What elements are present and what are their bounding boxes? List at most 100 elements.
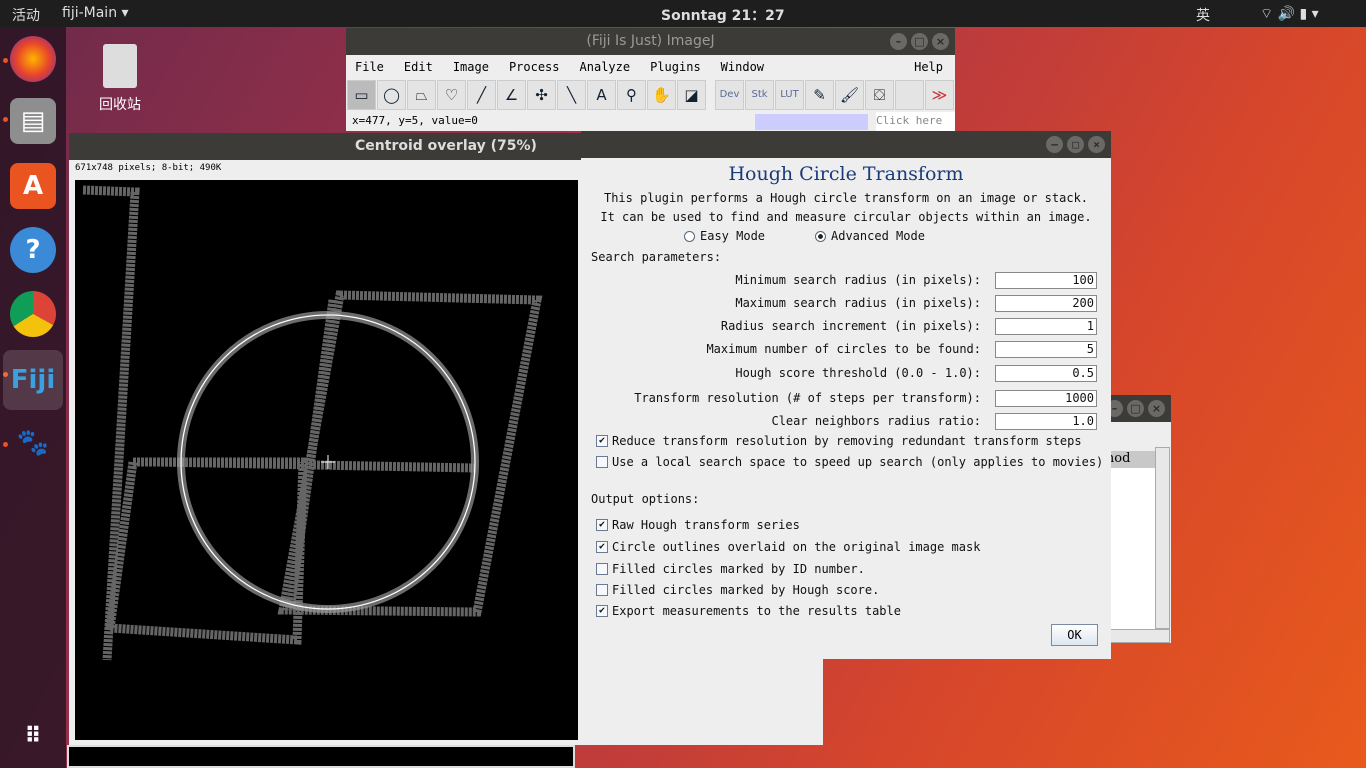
text-tool-icon[interactable]: A xyxy=(587,80,616,110)
toolbar: ▭ ◯ ⏢ ♡ ╱ ∠ ✣ ╲ A ⚲ ✋ ◪ Dev Stk LUT ✎ 🖌 … xyxy=(346,79,955,112)
output-options-header: Output options: xyxy=(591,492,700,506)
fiji-icon[interactable]: Fiji xyxy=(3,350,63,410)
help-icon[interactable]: ? xyxy=(10,227,56,273)
stk-menu-button[interactable]: Stk xyxy=(745,80,774,110)
close-icon[interactable]: × xyxy=(932,33,949,50)
dialog-title: Hough Circle Transform xyxy=(728,163,964,185)
ok-button[interactable]: OK xyxy=(1051,624,1098,646)
param-row: Radius search increment (in pixels): 1 xyxy=(720,317,1097,335)
option-checkbox[interactable]: ✔ Circle outlines overlaid on the origina… xyxy=(596,540,980,554)
trash-desktop-icon[interactable]: 回收站 xyxy=(92,44,148,114)
software-icon[interactable]: A xyxy=(10,163,56,209)
maximize-icon[interactable]: □ xyxy=(911,33,928,50)
top-bar: 活动 fiji-Main ▾ Sonntag 21：27 英 ⌔ 🔊 ▮ ▾ xyxy=(0,0,1366,27)
param-label: Hough score threshold (0.0 - 1.0): xyxy=(735,366,981,380)
polygon-tool-icon[interactable]: ⏢ xyxy=(407,80,436,110)
pencil-tool-icon[interactable]: ✎ xyxy=(805,80,834,110)
option-checkbox[interactable]: ✔ Reduce transform resolution by removing… xyxy=(596,434,1082,448)
param-row: Maximum search radius (in pixels): 200 xyxy=(735,294,1097,312)
menu-analyze[interactable]: Analyze xyxy=(580,55,631,79)
advanced-mode-radio[interactable]: Advanced Mode xyxy=(815,229,925,243)
trash-icon xyxy=(103,44,137,88)
more-tools-button[interactable]: ≫ xyxy=(925,80,954,110)
hough-threshold-input[interactable]: 0.5 xyxy=(995,364,1097,382)
param-row: Transform resolution (# of steps per tra… xyxy=(634,389,1097,407)
files-icon[interactable]: ▤ xyxy=(10,98,56,144)
param-row: Clear neighbors radius ratio: 1.0 xyxy=(771,412,1097,430)
show-apps-icon[interactable]: ⠿ xyxy=(10,713,56,759)
min-radius-input[interactable]: 100 xyxy=(995,271,1097,289)
menu-file[interactable]: File xyxy=(355,55,384,79)
maximize-icon[interactable]: □ xyxy=(1127,400,1144,417)
vertical-scrollbar[interactable] xyxy=(1155,447,1170,629)
line-tool-icon[interactable]: ╱ xyxy=(467,80,496,110)
max-radius-input[interactable]: 200 xyxy=(995,294,1097,312)
easy-mode-radio[interactable]: Easy Mode xyxy=(684,229,765,243)
transform-resolution-input[interactable]: 1000 xyxy=(995,389,1097,407)
flood-fill-icon[interactable]: ⛋ xyxy=(865,80,894,110)
app-menu[interactable]: fiji-Main ▾ xyxy=(62,5,129,21)
hand-tool-icon[interactable]: ✋ xyxy=(647,80,676,110)
imagej-window: (Fiji Is Just) ImageJ – □ × File Edit Imag… xyxy=(346,28,955,148)
angle-tool-icon[interactable]: ∠ xyxy=(497,80,526,110)
input-method[interactable]: 英 xyxy=(1196,5,1210,25)
close-icon[interactable]: × xyxy=(1088,136,1105,153)
radius-increment-input[interactable]: 1 xyxy=(995,317,1097,335)
param-row: Maximum number of circles to be found: 5 xyxy=(706,340,1097,358)
background-window xyxy=(67,745,575,768)
clock[interactable]: Sonntag 21：27 xyxy=(661,5,785,25)
maximize-icon[interactable]: □ xyxy=(1067,136,1084,153)
system-tray-icons[interactable]: ⌔ 🔊 ▮ ▾ xyxy=(1260,5,1319,23)
lut-menu-button[interactable]: LUT xyxy=(775,80,804,110)
param-label: Radius search increment (in pixels): xyxy=(720,319,981,333)
wand-tool-icon[interactable]: ╲ xyxy=(557,80,586,110)
gimp-icon[interactable]: 🐾 xyxy=(10,420,56,466)
empty-tool-slot xyxy=(895,80,924,110)
checkbox-icon xyxy=(596,584,608,596)
menu-plugins[interactable]: Plugins xyxy=(650,55,701,79)
window-title: Centroid overlay (75%) xyxy=(355,138,537,154)
freehand-tool-icon[interactable]: ♡ xyxy=(437,80,466,110)
menu-window[interactable]: Window xyxy=(721,55,764,79)
param-label: Maximum number of circles to be found: xyxy=(706,342,981,356)
checkbox-icon: ✔ xyxy=(596,541,608,553)
menu-image[interactable]: Image xyxy=(453,55,489,79)
menu-help[interactable]: Help xyxy=(914,55,943,79)
menu-process[interactable]: Process xyxy=(509,55,560,79)
magnifier-tool-icon[interactable]: ⚲ xyxy=(617,80,646,110)
checkbox-icon xyxy=(596,456,608,468)
param-label: Minimum search radius (in pixels): xyxy=(735,273,981,287)
chrome-icon[interactable] xyxy=(10,291,56,337)
image-canvas[interactable] xyxy=(75,180,578,740)
multipoint-tool-icon[interactable]: ✣ xyxy=(527,80,556,110)
option-checkbox[interactable]: ✔ Export measurements to the results tabl… xyxy=(596,604,901,618)
firefox-icon[interactable] xyxy=(10,36,56,82)
option-checkbox[interactable]: Use a local search space to speed up sea… xyxy=(596,455,1103,469)
checkbox-icon: ✔ xyxy=(596,605,608,617)
brush-tool-icon[interactable]: 🖌 xyxy=(835,80,864,110)
search-parameters-header: Search parameters: xyxy=(591,250,722,264)
option-checkbox[interactable]: Filled circles marked by ID number. xyxy=(596,562,865,576)
minimize-icon[interactable]: – xyxy=(1046,136,1063,153)
close-icon[interactable]: × xyxy=(1148,400,1165,417)
activities-button[interactable]: 活动 xyxy=(12,5,40,25)
oval-tool-icon[interactable]: ◯ xyxy=(377,80,406,110)
dev-menu-button[interactable]: Dev xyxy=(715,80,744,110)
window-title: (Fiji Is Just) ImageJ xyxy=(586,33,715,49)
rectangle-tool-icon[interactable]: ▭ xyxy=(347,80,376,110)
param-row: Minimum search radius (in pixels): 100 xyxy=(735,271,1097,289)
dock: ▤ A ? Fiji 🐾 ⠿ xyxy=(0,27,66,768)
color-picker-icon[interactable]: ◪ xyxy=(677,80,706,110)
description: It can be used to find and measure circu… xyxy=(600,210,1092,224)
checkbox-icon: ✔ xyxy=(596,519,608,531)
minimize-icon[interactable]: – xyxy=(890,33,907,50)
option-checkbox[interactable]: Filled circles marked by Hough score. xyxy=(596,583,879,597)
option-checkbox[interactable]: ✔ Raw Hough transform series xyxy=(596,518,800,532)
max-circles-input[interactable]: 5 xyxy=(995,340,1097,358)
description: This plugin performs a Hough circle tran… xyxy=(603,191,1089,205)
progress-bar xyxy=(755,114,868,130)
clear-neighbors-input[interactable]: 1.0 xyxy=(995,412,1097,430)
hough-dialog: – □ × Hough Circle Transform This plugin p… xyxy=(581,131,1111,659)
menu-edit[interactable]: Edit xyxy=(404,55,433,79)
image-content xyxy=(82,185,543,661)
